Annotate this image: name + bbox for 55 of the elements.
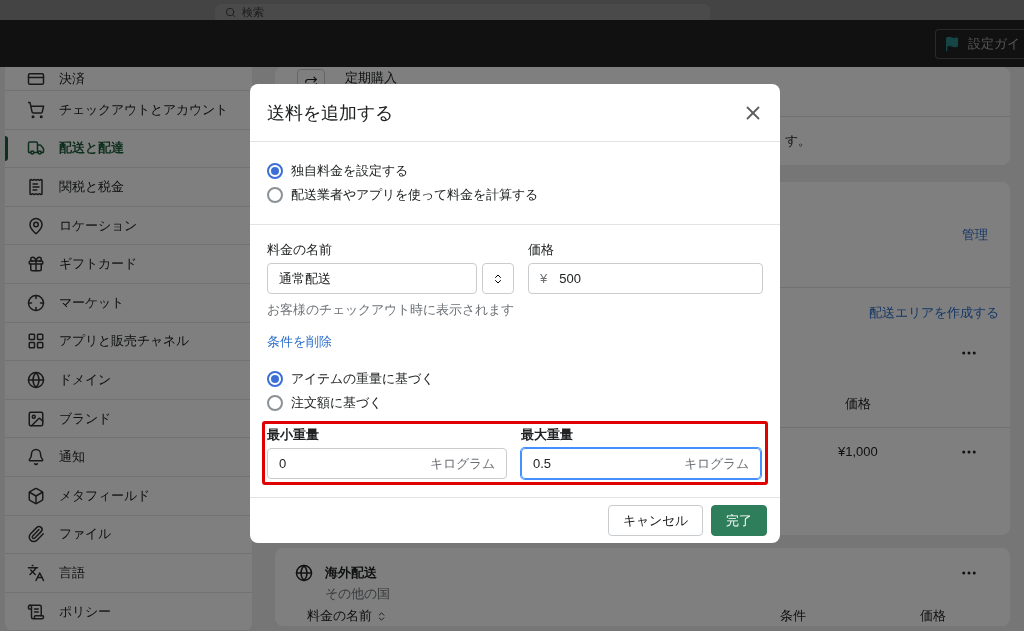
field-label: 料金の名前 [267,241,333,259]
sidebar-item[interactable]: ポリシー [5,592,252,631]
remove-condition-link[interactable]: 条件を削除 [267,334,332,349]
up-down-icon [492,272,504,285]
image-icon [27,409,45,428]
receipt-icon [27,178,45,196]
cart-icon [27,100,45,119]
field-label: 価格 [528,241,555,259]
zone-title: 海外配送 [325,564,378,582]
paperclip-icon [27,525,45,544]
crosshair-icon [27,293,45,312]
globe-icon [295,564,313,582]
flag-icon [944,35,960,52]
column-header: 価格 [920,607,946,625]
radio-option[interactable]: アイテムの重量に基づく [267,367,763,391]
bell-icon [27,448,45,467]
radio-button[interactable] [267,163,283,179]
manage-link[interactable]: 管理 [962,225,988,244]
radio-option[interactable]: 注文額に基づく [267,391,763,415]
box-icon [27,486,45,505]
scroll-icon [27,602,45,621]
radio-button[interactable] [267,371,283,387]
sidebar-item[interactable]: 言語 [5,554,252,593]
weight-field[interactable]: 0 キログラム [267,448,507,479]
zone-subtitle: その他の国 [325,585,390,603]
column-header: 条件 [780,607,806,625]
card-title: 定期購入 [345,69,397,87]
card-text: す。 [785,132,811,150]
search-icon [224,6,236,18]
radio-button[interactable] [267,395,283,411]
translate-icon [27,563,45,582]
radio-button[interactable] [267,187,283,203]
sort-icon[interactable] [376,610,387,622]
table-cell: ¥1,000 [838,444,878,459]
column-header: 価格 [845,395,871,413]
setup-guide-button[interactable]: 設定ガイ [935,28,1024,59]
gift-icon [27,255,45,274]
pin-icon [27,216,45,235]
truck-icon [27,139,45,158]
weight-field[interactable]: 0.5 キログラム [521,448,761,479]
globe-icon [27,370,45,389]
field-label: 最小重量 [267,426,320,444]
sidebar-item[interactable]: 決済 [5,67,252,91]
column-header: 料金の名前 [307,607,372,625]
cancel-button[interactable]: キャンセル [608,505,703,536]
price-field[interactable]: ¥ 500 [528,263,763,294]
done-button[interactable]: 完了 [711,505,767,536]
create-zone-link[interactable]: 配送エリアを作成する [869,304,999,322]
dialog-title: 送料を追加する [267,101,393,125]
rate-name-field[interactable]: 通常配送 [267,263,477,294]
radio-option[interactable]: 独自料金を設定する [267,159,763,183]
field-label: 最大重量 [521,426,574,444]
help-text: お客様のチェックアウト時に表示されます [267,301,514,319]
grid-icon [27,332,45,351]
radio-option[interactable]: 配送業者やアプリを使って料金を計算する [267,183,763,207]
